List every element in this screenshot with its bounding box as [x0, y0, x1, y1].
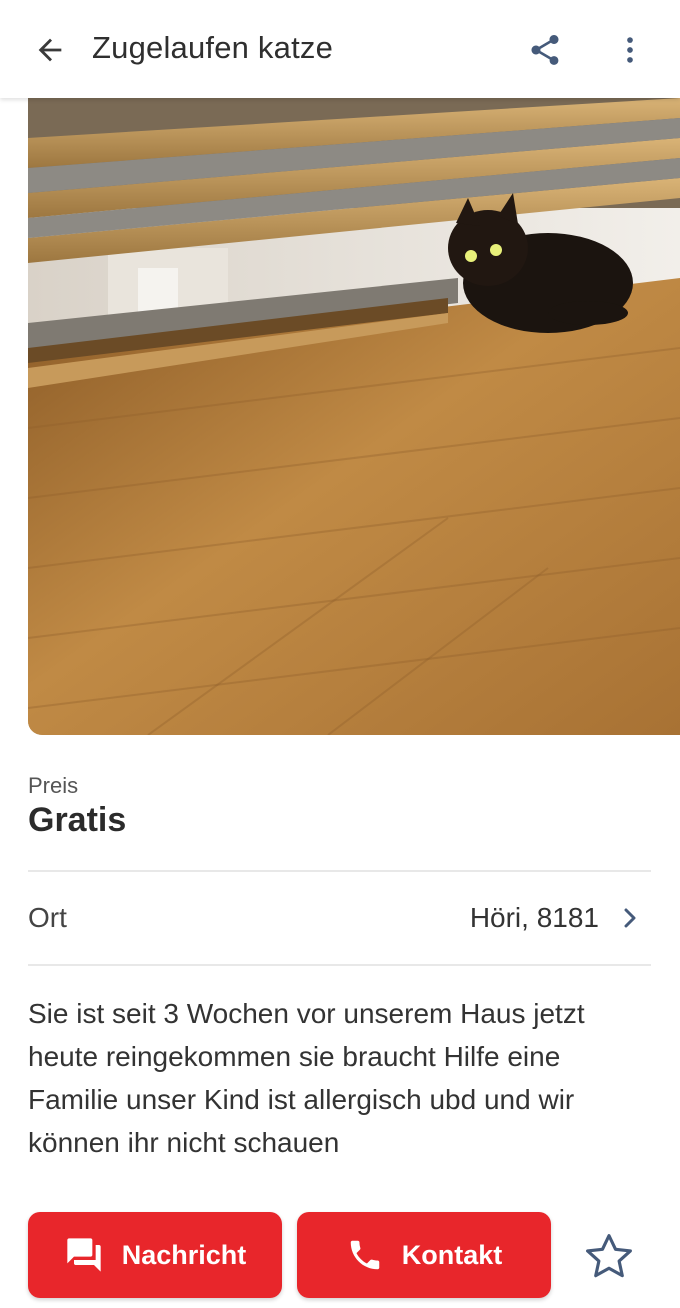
divider — [28, 964, 651, 966]
top-app-bar: Zugelaufen katze — [0, 0, 680, 98]
share-icon — [531, 35, 559, 65]
phone-icon — [350, 1240, 379, 1270]
price-label: Preis — [28, 773, 79, 798]
share-button[interactable] — [520, 27, 570, 73]
arrow-back-icon — [38, 38, 62, 62]
contact-button[interactable]: Kontakt — [297, 1212, 551, 1298]
location-value: Höri, 8181 — [469, 902, 599, 933]
cat-under-bed-photo — [28, 98, 680, 735]
listing-description: Sie ist seit 3 Wochen vor unserem Haus j… — [28, 998, 585, 1158]
message-button-label: Nachricht — [121, 1239, 247, 1270]
more-vert-icon — [627, 37, 633, 63]
price-value: Gratis — [28, 801, 127, 839]
message-button[interactable]: Nachricht — [28, 1212, 282, 1298]
forum-icon — [67, 1238, 101, 1272]
favorite-button[interactable] — [578, 1226, 640, 1288]
location-row[interactable]: Ort Höri, 8181 — [28, 872, 651, 964]
page-title: Zugelaufen katze — [92, 30, 334, 65]
location-label: Ort — [28, 902, 67, 933]
listing-detail-screen: Zugelaufen katze Preis Gratis Ort Höri, … — [0, 0, 680, 1308]
contact-button-label: Kontakt — [401, 1239, 503, 1270]
chevron-right-icon — [624, 908, 636, 928]
listing-photo[interactable] — [28, 98, 680, 735]
more-options-button[interactable] — [606, 27, 654, 73]
star-outline-icon — [586, 1234, 632, 1278]
back-button[interactable] — [22, 27, 78, 73]
